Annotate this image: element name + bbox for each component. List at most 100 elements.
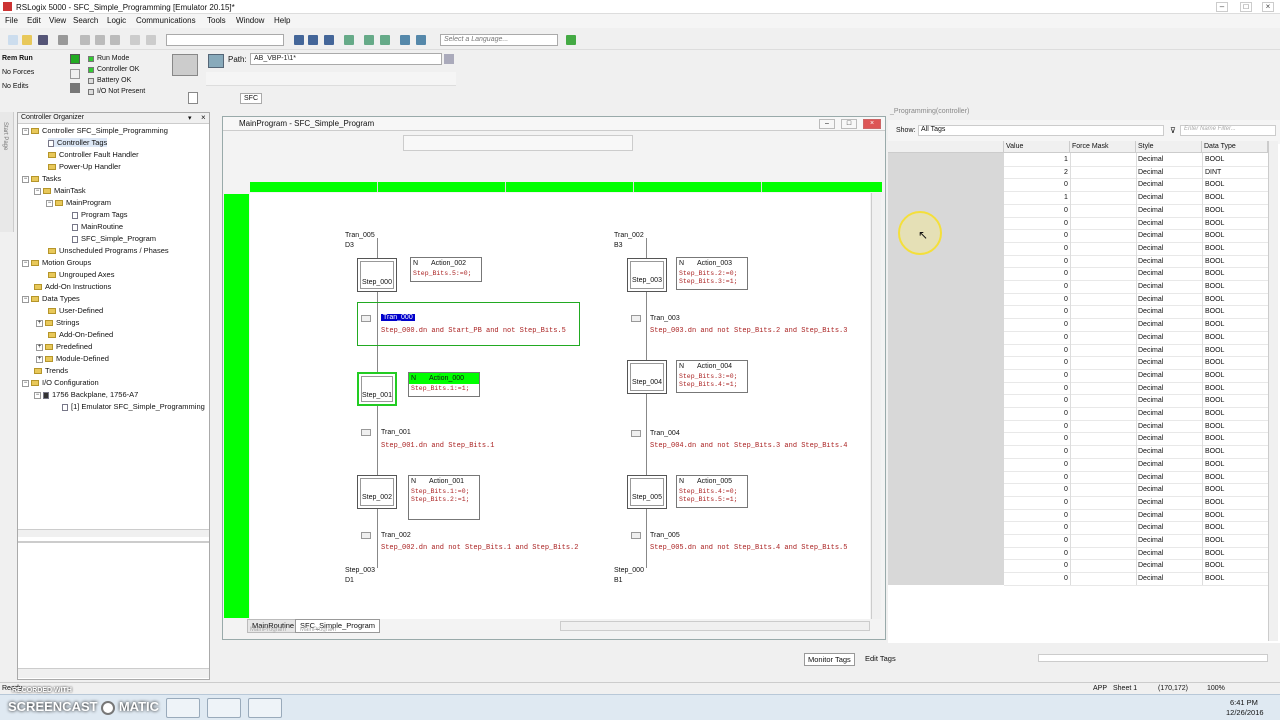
collapse-icon[interactable]: −	[46, 199, 53, 207]
show-select[interactable]: All Tags	[918, 125, 1164, 136]
clock-date[interactable]: 12/26/2016	[1226, 708, 1264, 717]
tree-aoi-defined[interactable]: Add-On-Defined	[48, 330, 113, 339]
paste-icon[interactable]	[110, 35, 120, 45]
tree-maintask[interactable]: − MainTask	[34, 186, 86, 195]
col-force-mask-header[interactable]: Force Mask	[1070, 141, 1136, 153]
sfc-close-button[interactable]: ×	[863, 119, 881, 129]
tree-user-defined[interactable]: User-Defined	[48, 306, 103, 315]
start-page-label[interactable]: Start Page	[2, 122, 8, 150]
menu-tools[interactable]: Tools	[207, 16, 226, 25]
new-icon[interactable]	[8, 35, 18, 45]
save-icon[interactable]	[38, 35, 48, 45]
tag-value[interactable]: 0	[1064, 575, 1068, 582]
tag-value[interactable]: 0	[1064, 207, 1068, 214]
collapse-icon[interactable]: −	[22, 295, 29, 303]
verify-all-icon[interactable]	[380, 35, 390, 45]
expand-icon[interactable]: +	[36, 343, 43, 351]
close-button[interactable]: ×	[1262, 2, 1274, 12]
action-002[interactable]: N Action_002 Step_Bits.5:=0;	[410, 257, 482, 282]
step-002[interactable]	[357, 475, 397, 509]
collapse-icon[interactable]: −	[22, 259, 29, 267]
tag-value[interactable]: 2	[1064, 169, 1068, 176]
tag-value[interactable]: 0	[1064, 474, 1068, 481]
collapse-icon[interactable]: −	[34, 391, 41, 399]
tag-value[interactable]: 0	[1064, 258, 1068, 265]
online-icon[interactable]	[566, 35, 576, 45]
tag-value[interactable]: 0	[1064, 461, 1068, 468]
tag-value[interactable]: 0	[1064, 397, 1068, 404]
minimize-button[interactable]: –	[1216, 2, 1228, 12]
verify-icon[interactable]	[364, 35, 374, 45]
expand-icon[interactable]: +	[36, 319, 43, 327]
tag-value[interactable]: 0	[1064, 435, 1068, 442]
transition-005-condition[interactable]: Step_005.dn and not Step_Bits.4 and Step…	[650, 544, 865, 552]
tab-edit-tags[interactable]: Edit Tags	[862, 653, 899, 664]
zoom-out-icon[interactable]	[416, 35, 426, 45]
undo-icon[interactable]	[130, 35, 140, 45]
go-online-icon[interactable]	[444, 54, 454, 64]
tree-module-defined[interactable]: + Module-Defined	[36, 354, 109, 363]
path-select[interactable]: AB_VBP-1\1*	[250, 53, 442, 65]
tag-value[interactable]: 0	[1064, 270, 1068, 277]
action-004[interactable]: N Action_004 Step_Bits.3:=0; Step_Bits.4…	[676, 360, 748, 393]
transition-003-label[interactable]: Tran_003	[650, 315, 680, 322]
tag-value[interactable]: 0	[1064, 232, 1068, 239]
step-004[interactable]	[627, 360, 667, 394]
tag-value[interactable]: 0	[1064, 334, 1068, 341]
sfc-minimize-button[interactable]: –	[819, 119, 835, 129]
tag-value[interactable]: 0	[1064, 245, 1068, 252]
tag-value[interactable]: 0	[1064, 181, 1068, 188]
tag-hscroll[interactable]	[1038, 654, 1268, 662]
tag-value[interactable]: 0	[1064, 499, 1068, 506]
tree-powerup-handler[interactable]: Power-Up Handler	[48, 162, 121, 171]
menu-help[interactable]: Help	[274, 16, 290, 25]
organizer-pin-icon[interactable]: ▾	[188, 114, 192, 122]
cut-icon[interactable]	[80, 35, 90, 45]
transition-005-label[interactable]: Tran_005	[650, 532, 680, 539]
collapse-icon[interactable]: −	[34, 187, 41, 195]
tree-sfc-program[interactable]: SFC_Simple_Program	[72, 234, 156, 243]
clock-time[interactable]: 6:41 PM	[1230, 698, 1258, 707]
transition-004-label[interactable]: Tran_004	[650, 430, 680, 437]
tag-value[interactable]: 0	[1064, 423, 1068, 430]
sfc-maximize-button[interactable]: □	[841, 119, 857, 129]
crossref-icon[interactable]	[324, 35, 334, 45]
taskbar-explorer-icon[interactable]	[166, 698, 200, 718]
maximize-button[interactable]: □	[1240, 2, 1252, 12]
tree-controller[interactable]: − Controller SFC_Simple_Programming	[22, 126, 168, 135]
tree-trends[interactable]: Trends	[34, 366, 68, 375]
menu-logic[interactable]: Logic	[107, 16, 126, 25]
tree-mainroutine[interactable]: MainRoutine	[72, 222, 123, 231]
tag-value[interactable]: 0	[1064, 220, 1068, 227]
open-icon[interactable]	[22, 35, 32, 45]
sfc-palette-tab[interactable]: SFC	[240, 93, 262, 104]
transition-000-condition[interactable]: Step_000.dn and Start_PB and not Step_Bi…	[381, 327, 577, 335]
tree-backplane[interactable]: − 1756 Backplane, 1756-A7	[34, 390, 138, 399]
menu-edit[interactable]: Edit	[27, 16, 41, 25]
redo-icon[interactable]	[146, 35, 156, 45]
tag-value[interactable]: 0	[1064, 283, 1068, 290]
tag-value[interactable]: 0	[1064, 308, 1068, 315]
tag-value[interactable]: 1	[1064, 156, 1068, 163]
tree-fault-handler[interactable]: Controller Fault Handler	[48, 150, 139, 159]
action-000[interactable]: N Action_000 Step_Bits.1:=1;	[408, 372, 480, 397]
start-page-strip[interactable]: Start Page	[0, 112, 14, 232]
transition-001-condition[interactable]: Step_001.dn and Step_Bits.1	[381, 442, 494, 450]
transition-000-box[interactable]	[357, 302, 580, 346]
tag-value[interactable]: 0	[1064, 321, 1068, 328]
tag-value[interactable]: 0	[1064, 512, 1068, 519]
tree-unscheduled[interactable]: Unscheduled Programs / Phases	[48, 246, 169, 255]
action-003[interactable]: N Action_003 Step_Bits.2:=0; Step_Bits.3…	[676, 257, 748, 290]
menu-communications[interactable]: Communications	[136, 16, 196, 25]
taskbar-emulator-icon[interactable]	[248, 698, 282, 718]
step-003[interactable]	[627, 258, 667, 292]
tree-aoi[interactable]: Add-On Instructions	[34, 282, 111, 291]
transition-003-condition[interactable]: Step_003.dn and not Step_Bits.2 and Step…	[650, 327, 865, 335]
tag-value[interactable]: 0	[1064, 372, 1068, 379]
action-001[interactable]: N Action_001 Step_Bits.1:=0; Step_Bits.2…	[408, 475, 480, 520]
transition-001-label[interactable]: Tran_001	[381, 429, 411, 436]
organizer-splitter[interactable]	[18, 541, 209, 543]
sfc-vscroll[interactable]	[871, 193, 881, 619]
transition-002-condition[interactable]: Step_002.dn and not Step_Bits.1 and Step…	[381, 544, 578, 552]
transition-002-label[interactable]: Tran_002	[381, 532, 411, 539]
